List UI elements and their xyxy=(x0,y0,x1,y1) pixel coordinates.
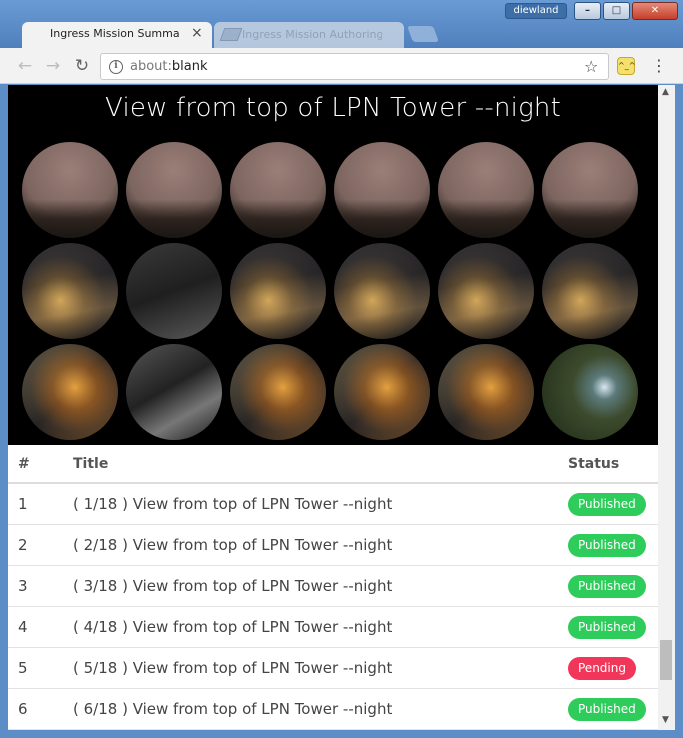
mission-tile-4[interactable] xyxy=(334,142,430,238)
info-icon[interactable]: i xyxy=(109,60,123,74)
row-title: ( 3/18 ) View from top of LPN Tower --ni… xyxy=(73,577,393,595)
mission-tile-10[interactable] xyxy=(334,243,430,339)
tab-title: Ingress Mission Authoring xyxy=(242,28,382,41)
window-frame-bottom xyxy=(0,730,683,738)
scroll-up-icon[interactable]: ▲ xyxy=(662,87,669,97)
mission-tile-14[interactable] xyxy=(126,344,222,440)
back-icon[interactable]: ← xyxy=(14,55,36,77)
mission-tile-1[interactable] xyxy=(22,142,118,238)
reload-icon[interactable]: ↻ xyxy=(71,55,93,77)
row-number: 3 xyxy=(18,577,28,595)
row-title: ( 4/18 ) View from top of LPN Tower --ni… xyxy=(73,618,393,636)
forward-icon[interactable]: → xyxy=(42,55,64,77)
table-row[interactable]: 2 ( 2/18 ) View from top of LPN Tower --… xyxy=(8,525,658,566)
status-badge: Pending xyxy=(568,657,636,680)
row-title: ( 1/18 ) View from top of LPN Tower --ni… xyxy=(73,495,393,513)
row-number: 1 xyxy=(18,495,28,513)
mission-tile-2[interactable] xyxy=(126,142,222,238)
row-title: ( 6/18 ) View from top of LPN Tower --ni… xyxy=(73,700,393,718)
mission-tile-15[interactable] xyxy=(230,344,326,440)
window-frame-left xyxy=(0,85,8,738)
table-row[interactable]: 6 ( 6/18 ) View from top of LPN Tower --… xyxy=(8,689,658,730)
column-header-number: # xyxy=(18,456,30,472)
new-tab-button[interactable] xyxy=(407,26,439,42)
mission-tile-8[interactable] xyxy=(126,243,222,339)
mission-tile-3[interactable] xyxy=(230,142,326,238)
maximize-button[interactable]: □ xyxy=(603,2,630,20)
mission-tile-13[interactable] xyxy=(22,344,118,440)
table-row[interactable]: 3 ( 3/18 ) View from top of LPN Tower --… xyxy=(8,566,658,607)
row-number: 4 xyxy=(18,618,28,636)
profile-badge[interactable]: diewland xyxy=(505,3,567,19)
mission-tile-9[interactable] xyxy=(230,243,326,339)
url-text[interactable]: about:blank xyxy=(130,59,208,74)
status-badge: Published xyxy=(568,493,646,516)
banner-title: View from top of LPN Tower --night xyxy=(105,93,561,123)
table-row[interactable]: 5 ( 5/18 ) View from top of LPN Tower --… xyxy=(8,648,658,689)
address-bar[interactable]: i about:blank ☆ xyxy=(100,53,609,80)
table-header: # Title Status xyxy=(8,445,658,484)
tab-mission-authoring[interactable]: Ingress Mission Authoring xyxy=(214,22,404,48)
page-content: View from top of LPN Tower --night # Tit… xyxy=(8,85,658,730)
close-window-button[interactable]: ✕ xyxy=(632,2,678,20)
column-header-title: Title xyxy=(73,456,109,472)
browser-toolbar: ← → ↻ i about:blank ☆ ^_^ ⋮ xyxy=(0,48,683,84)
mission-tile-6[interactable] xyxy=(542,142,638,238)
mission-tile-17[interactable] xyxy=(438,344,534,440)
row-number: 2 xyxy=(18,536,28,554)
table-row[interactable]: 1 ( 1/18 ) View from top of LPN Tower --… xyxy=(8,484,658,525)
title-bar: diewland – □ ✕ Ingress Mission Summary ×… xyxy=(0,0,683,48)
extension-icon[interactable]: ^_^ xyxy=(617,57,635,75)
row-number: 6 xyxy=(18,700,28,718)
minimize-button[interactable]: – xyxy=(574,2,601,20)
tab-title: Ingress Mission Summary xyxy=(50,27,180,40)
row-title: ( 2/18 ) View from top of LPN Tower --ni… xyxy=(73,536,393,554)
mission-tile-11[interactable] xyxy=(438,243,534,339)
close-icon[interactable]: × xyxy=(191,25,203,41)
status-badge: Published xyxy=(568,575,646,598)
page-scrollbar[interactable]: ▲ ▼ xyxy=(658,85,675,730)
menu-icon[interactable]: ⋮ xyxy=(651,55,667,77)
star-icon[interactable]: ☆ xyxy=(584,57,598,76)
mission-banner: View from top of LPN Tower --night xyxy=(8,85,658,445)
mission-table: # Title Status 1 ( 1/18 ) View from top … xyxy=(8,445,658,730)
scroll-down-icon[interactable]: ▼ xyxy=(662,715,669,725)
row-title: ( 5/18 ) View from top of LPN Tower --ni… xyxy=(73,659,393,677)
status-badge: Published xyxy=(568,534,646,557)
mission-tile-16[interactable] xyxy=(334,344,430,440)
status-badge: Published xyxy=(568,698,646,721)
mission-tile-7[interactable] xyxy=(22,243,118,339)
status-badge: Published xyxy=(568,616,646,639)
table-row[interactable]: 4 ( 4/18 ) View from top of LPN Tower --… xyxy=(8,607,658,648)
mission-tile-12[interactable] xyxy=(542,243,638,339)
page-icon xyxy=(219,28,243,41)
row-number: 5 xyxy=(18,659,28,677)
column-header-status: Status xyxy=(568,456,620,472)
table-body: 1 ( 1/18 ) View from top of LPN Tower --… xyxy=(8,484,658,730)
window-frame-right xyxy=(675,85,683,738)
mission-tile-18[interactable] xyxy=(542,344,638,440)
scrollbar-thumb[interactable] xyxy=(660,640,672,680)
tab-mission-summary[interactable]: Ingress Mission Summary × xyxy=(22,22,212,48)
mission-tile-5[interactable] xyxy=(438,142,534,238)
